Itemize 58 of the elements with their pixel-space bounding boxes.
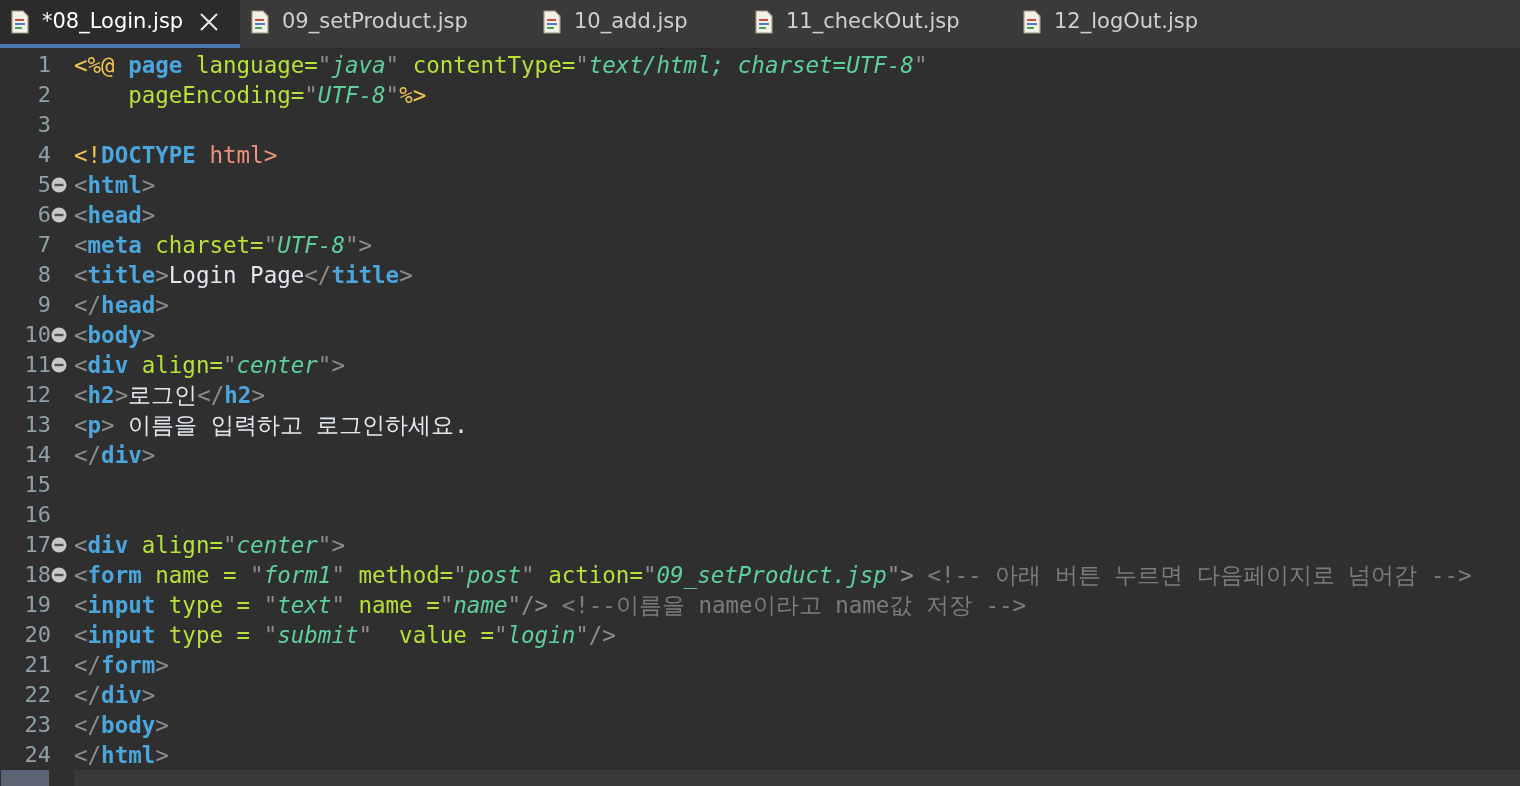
collapse-icon[interactable] [51, 357, 67, 373]
line-number: 22 [24, 681, 51, 709]
line-number: 12 [24, 381, 51, 409]
line-number: 7 [37, 231, 51, 259]
line-number: 1 [37, 51, 51, 79]
code-line: <input type = "text" name ="name"/> <!--이름을 name이라고 name값 저장 --> [74, 591, 1027, 620]
collapse-icon[interactable] [51, 207, 67, 223]
code-line: <body> [74, 321, 156, 350]
code-line: <meta charset="UTF-8"> [74, 231, 373, 260]
code-line: <input type = "submit" value ="login"/> [74, 621, 616, 650]
file-icon [10, 10, 30, 34]
code-line: </body> [74, 711, 169, 740]
code-line: <!DOCTYPE html> [74, 141, 278, 170]
line-number: 4 [37, 141, 51, 169]
code-line: <p> 이름을 입력하고 로그인하세요. [74, 411, 468, 440]
line-number: 21 [24, 651, 51, 679]
code-line: </div> [74, 441, 156, 470]
editor-tab[interactable]: *08_Login.jsp [0, 0, 240, 48]
file-icon [250, 10, 270, 34]
line-number: 17 [24, 531, 51, 559]
code-line: <form name = "form1" method="post" action="09_setProduct.jsp"> <!-- 아래 버튼 누르면 다음페이지로 넘어감 --> [74, 561, 1472, 590]
line-number: 16 [24, 501, 51, 529]
code-line: </head> [74, 291, 169, 320]
line-number: 18 [24, 561, 51, 589]
code-line: <%@ page language="java" contentType="text/html; charset=UTF-8" [74, 51, 928, 80]
line-number: 11 [24, 351, 51, 379]
code-line: </div> [74, 681, 156, 710]
code-line: <div align="center"> [74, 351, 345, 380]
collapse-icon[interactable] [51, 537, 67, 553]
file-icon [542, 10, 562, 34]
line-number: 5 [37, 171, 51, 199]
line-number: 14 [24, 441, 51, 469]
code-line: </html> [74, 741, 169, 770]
code-line: </form> [74, 651, 169, 680]
file-icon [754, 10, 774, 34]
code-line: pageEncoding="UTF-8"%> [127, 81, 427, 110]
line-number: 2 [37, 81, 51, 109]
code-line: <title>Login Page</title> [74, 261, 413, 290]
collapse-icon[interactable] [51, 327, 67, 343]
line-number: 10 [24, 321, 51, 349]
line-number: 20 [24, 621, 51, 649]
line-number: 13 [24, 411, 51, 439]
line-number: 23 [24, 711, 51, 739]
line-number: 24 [24, 741, 51, 769]
code-line: <h2>로그인</h2> [74, 381, 265, 410]
close-icon[interactable] [199, 12, 220, 32]
collapse-icon[interactable] [51, 567, 67, 583]
line-number: 15 [24, 471, 51, 499]
line-number: 19 [24, 591, 51, 619]
line-number: 9 [37, 291, 51, 319]
file-icon [1022, 10, 1042, 34]
code-line: <html> [74, 171, 156, 200]
code-line: <div align="center"> [74, 531, 345, 560]
line-number: 8 [37, 261, 51, 289]
line-number: 3 [37, 111, 51, 139]
code-line: <head> [74, 201, 156, 230]
collapse-icon[interactable] [51, 177, 67, 193]
line-number: 6 [37, 201, 51, 229]
